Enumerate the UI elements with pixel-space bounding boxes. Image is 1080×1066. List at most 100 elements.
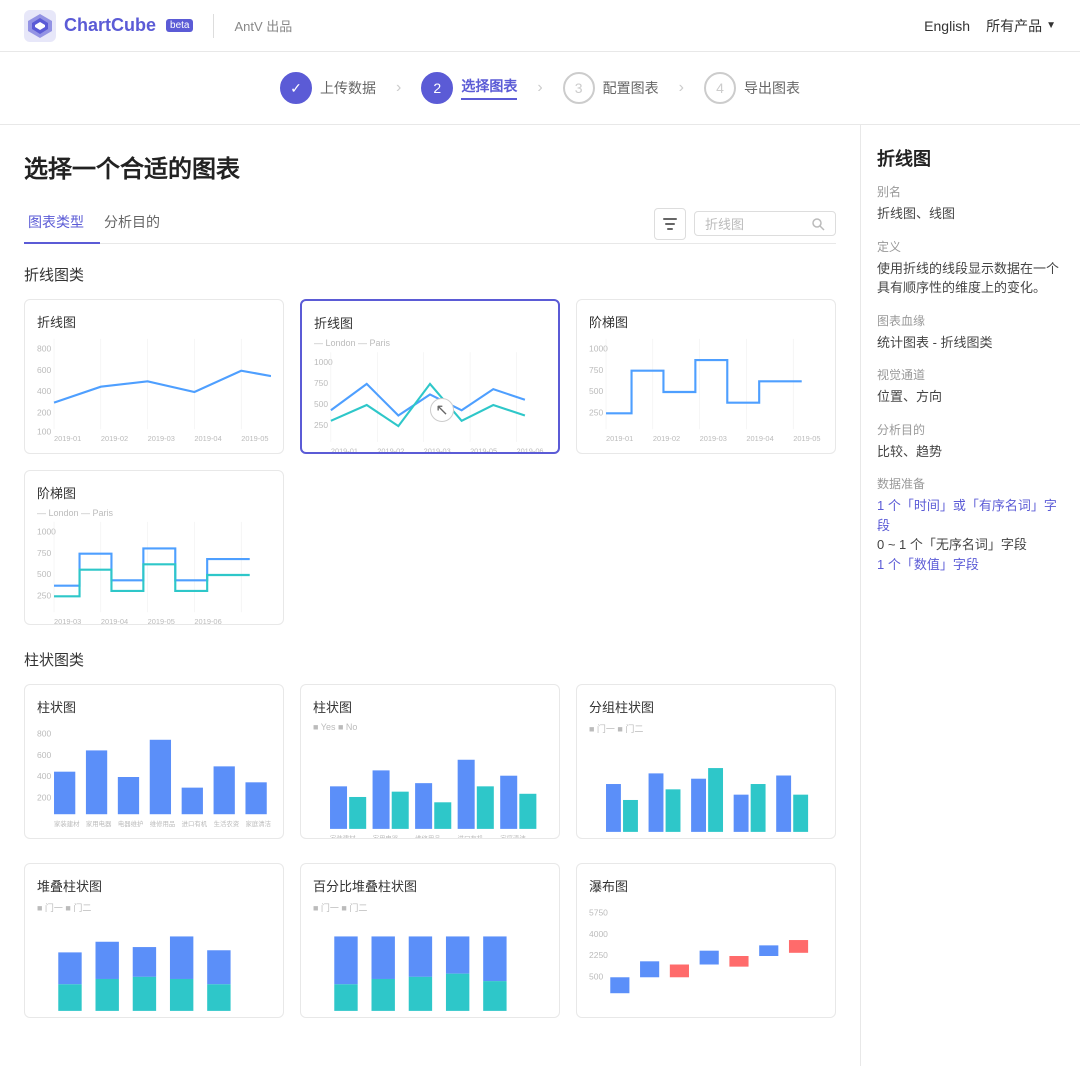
svg-text:750: 750 [589, 365, 603, 375]
chart-card-bar1[interactable]: 柱状图 800 600 400 200 家装建材 家用电器 电器维护 [24, 684, 284, 839]
chart-card-bar5[interactable]: 百分比堆叠柱状图 ■ 门一 ■ 门二 家装建材 家用电器 维修用品 [300, 863, 560, 1018]
header-divider [213, 14, 214, 38]
svg-text:800: 800 [37, 344, 51, 354]
svg-text:400: 400 [37, 386, 51, 396]
svg-text:2019-04: 2019-04 [194, 434, 221, 443]
svg-text:600: 600 [37, 750, 51, 760]
svg-text:2019-02: 2019-02 [101, 434, 128, 443]
svg-text:1000: 1000 [589, 344, 608, 354]
sidebar-lineage: 图表血缘 统计图表 - 折线图类 [877, 312, 1064, 353]
steps-bar: ✓ 上传数据 › 2 选择图表 › 3 配置图表 › 4 导出图表 [0, 52, 1080, 125]
svg-text:维修用品: 维修用品 [150, 819, 176, 828]
svg-text:1000: 1000 [37, 527, 56, 537]
logo-icon [24, 10, 56, 42]
svg-text:2019-06: 2019-06 [194, 617, 221, 625]
svg-text:750: 750 [314, 378, 328, 388]
sidebar-data-line3: 1 个「数值」字段 [877, 555, 1064, 575]
svg-text:2019-05: 2019-05 [470, 447, 497, 454]
step-arrow-3: › [679, 79, 684, 97]
svg-text:家用电器: 家用电器 [649, 837, 675, 839]
sidebar-channel: 视觉通道 位置、方向 [877, 366, 1064, 407]
sidebar-definition-label: 定义 [877, 238, 1064, 255]
svg-text:家庭清洁: 家庭清洁 [776, 837, 802, 839]
svg-text:家庭清洁: 家庭清洁 [483, 1016, 509, 1018]
svg-text:2019-01: 2019-01 [331, 447, 358, 454]
step-4[interactable]: 4 导出图表 [704, 72, 800, 104]
chart-card-line1-title: 折线图 [37, 312, 271, 331]
svg-text:进口有机: 进口有机 [458, 834, 484, 839]
svg-text:维修用品: 维修用品 [409, 1016, 435, 1018]
language-switcher[interactable]: English [924, 18, 970, 34]
products-menu[interactable]: 所有产品 ▼ [986, 16, 1056, 36]
chart-card-bar1-title: 柱状图 [37, 697, 271, 716]
step-2-circle: 2 [421, 72, 453, 104]
sidebar-lineage-label: 图表血缘 [877, 312, 1064, 329]
step-3[interactable]: 3 配置图表 [563, 72, 659, 104]
category-line-title: 折线图类 [24, 264, 836, 285]
svg-text:400: 400 [37, 771, 51, 781]
svg-text:500: 500 [37, 569, 51, 579]
logo: ChartCube beta [24, 10, 193, 42]
search-box[interactable] [694, 211, 836, 236]
svg-text:家庭清洁: 家庭清洁 [500, 834, 526, 839]
filter-icon-button[interactable] [654, 208, 686, 240]
sidebar-alias-label: 别名 [877, 183, 1064, 200]
chevron-down-icon: ▼ [1046, 20, 1056, 31]
svg-text:100: 100 [37, 427, 51, 437]
search-area [654, 208, 836, 240]
chart-card-step1[interactable]: 阶梯图 1000 750 500 250 2019-01 2019-02 201… [576, 299, 836, 454]
chart-step1-svg: 1000 750 500 250 2019-01 2019-02 2019-03… [589, 337, 823, 447]
svg-text:750: 750 [37, 548, 51, 558]
svg-text:800: 800 [37, 729, 51, 739]
step-3-circle: 3 [563, 72, 595, 104]
sidebar-channel-label: 视觉通道 [877, 366, 1064, 383]
tabs-row: 图表类型 分析目的 [24, 204, 836, 244]
sidebar-alias-value: 折线图、线图 [877, 204, 1064, 224]
svg-text:2019-05: 2019-05 [148, 617, 175, 625]
line-chart-grid: 折线图 800 600 400 200 100 2019-01 2019-02 … [24, 299, 836, 625]
chart-card-bar3[interactable]: 分组柱状图 ■ 门一 ■ 门二 家装建材 家用电器 维修用品 进口 [576, 684, 836, 839]
chart-card-bar6-title: 瀑布图 [589, 876, 823, 895]
svg-text:维修用品: 维修用品 [133, 1016, 159, 1018]
sidebar-lineage-value: 统计图表 - 折线图类 [877, 333, 1064, 353]
sidebar-channel-value: 位置、方向 [877, 387, 1064, 407]
step-4-circle: 4 [704, 72, 736, 104]
tab-analysis[interactable]: 分析目的 [100, 204, 176, 244]
chart-bar3-svg: 家装建材 家用电器 维修用品 进口有机 家庭清洁 [589, 737, 823, 839]
chart-card-line1[interactable]: 折线图 800 600 400 200 100 2019-01 2019-02 … [24, 299, 284, 454]
chart-card-step2[interactable]: 阶梯图 — London — Paris 1000 750 500 250 20… [24, 470, 284, 625]
sidebar-data-line1: 1 个「时间」或「有序名词」字段 [877, 496, 1064, 535]
chart-bar2-svg: 家装建材 家用电器 维修用品 进口有机 家庭清洁 [313, 734, 547, 839]
svg-text:家装建材: 家装建材 [334, 1016, 360, 1018]
step-2[interactable]: 2 选择图表 [421, 72, 517, 104]
svg-text:2019-04: 2019-04 [746, 434, 773, 443]
chart-card-bar2[interactable]: 柱状图 ■ Yes ■ No 家装建材 家用电器 维修用品 进口有 [300, 684, 560, 839]
chart-card-bar4[interactable]: 堆叠柱状图 ■ 门一 ■ 门二 家装建材 家用电器 维修用品 进口 [24, 863, 284, 1018]
svg-text:2019-02: 2019-02 [377, 447, 404, 454]
svg-text:家用电器: 家用电器 [372, 1016, 398, 1018]
svg-text:家装建材: 家装建材 [54, 819, 80, 828]
bar-chart-grid-2: 堆叠柱状图 ■ 门一 ■ 门二 家装建材 家用电器 维修用品 进口 [24, 863, 836, 1018]
bar-chart-grid: 柱状图 800 600 400 200 家装建材 家用电器 电器维护 [24, 684, 836, 839]
chart-card-line2[interactable]: 折线图 — London — Paris 1000 750 500 250 20… [300, 299, 560, 454]
step-arrow-2: › [537, 79, 542, 97]
step-arrow-1: › [396, 79, 401, 97]
svg-text:2019-01: 2019-01 [606, 434, 633, 443]
svg-text:250: 250 [37, 590, 51, 600]
chart-card-step2-title: 阶梯图 [37, 483, 271, 502]
step-1[interactable]: ✓ 上传数据 [280, 72, 376, 104]
chart-card-bar6[interactable]: 瀑布图 5750 4000 2250 500 [576, 863, 836, 1018]
svg-text:2019-03: 2019-03 [54, 617, 81, 625]
svg-text:家用电器: 家用电器 [96, 1016, 122, 1018]
beta-badge: beta [166, 19, 193, 32]
sidebar-purpose-value: 比较、趋势 [877, 442, 1064, 462]
svg-text:2019-03: 2019-03 [148, 434, 175, 443]
tab-chart-type[interactable]: 图表类型 [24, 204, 100, 244]
sidebar-data: 数据准备 1 个「时间」或「有序名词」字段 0 ~ 1 个「无序名词」字段 1 … [877, 475, 1064, 574]
chart-card-bar2-title: 柱状图 [313, 697, 547, 716]
svg-text:家庭清洁: 家庭清洁 [207, 1016, 233, 1018]
search-input[interactable] [705, 216, 805, 231]
svg-text:家用电器: 家用电器 [86, 819, 112, 828]
svg-text:5750: 5750 [589, 908, 608, 918]
chart-bar1-svg: 800 600 400 200 家装建材 家用电器 电器维护 维修用品 进口有机 [37, 722, 271, 832]
